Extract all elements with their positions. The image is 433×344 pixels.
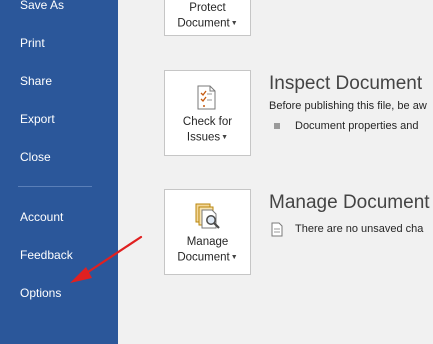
annotation-arrow	[70, 235, 143, 283]
